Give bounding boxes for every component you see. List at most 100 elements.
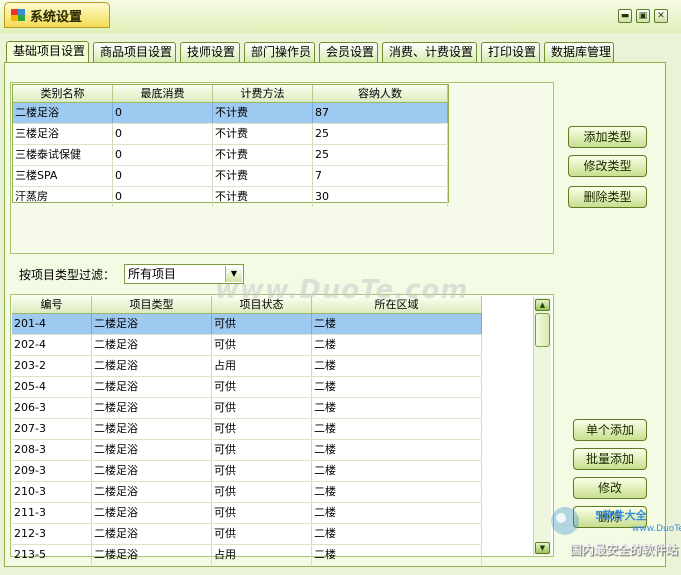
table-cell: 二楼足浴 <box>92 503 212 523</box>
scrollbar-thumb[interactable] <box>535 313 550 347</box>
table-cell: 可供 <box>212 461 312 481</box>
table-cell: 0 <box>113 187 213 207</box>
table-cell: 213-5 <box>12 545 92 565</box>
table-row[interactable]: 202-4 二楼足浴 可供 二楼 <box>12 335 482 356</box>
table-cell: 208-3 <box>12 440 92 460</box>
table-cell: 三楼SPA <box>13 166 113 186</box>
table-cell: 二楼 <box>312 503 482 523</box>
tab-print[interactable]: 打印设置 <box>481 42 540 62</box>
table-row[interactable]: 212-3 二楼足浴 可供 二楼 <box>12 524 482 545</box>
tab-technicians[interactable]: 技师设置 <box>180 42 240 62</box>
filter-value: 所有项目 <box>128 267 177 281</box>
column-header[interactable]: 类别名称 <box>13 85 113 102</box>
table-cell: 203-2 <box>12 356 92 376</box>
filter-label: 按项目类型过滤： <box>19 268 116 282</box>
app-icon <box>11 9 25 21</box>
tab-database[interactable]: 数据库管理 <box>544 42 614 62</box>
tab-basic-items[interactable]: 基础项目设置 <box>6 41 89 63</box>
table-cell: 205-4 <box>12 377 92 397</box>
tab-billing[interactable]: 消费、计费设置 <box>382 42 477 62</box>
table-cell: 二楼 <box>312 524 482 544</box>
table-cell: 212-3 <box>12 524 92 544</box>
watermark-url: www.DuoTe.com <box>632 524 681 534</box>
window-title: 系统设置 <box>30 10 83 25</box>
table-cell: 30 <box>313 187 448 207</box>
watermark-text: www.DuoTe.com <box>215 275 469 305</box>
table-cell: 二楼足浴 <box>92 314 212 334</box>
watermark-logo-icon <box>551 507 579 535</box>
add-type-button[interactable]: 添加类型 <box>568 126 647 148</box>
table-cell: 25 <box>313 124 448 144</box>
table-cell: 可供 <box>212 419 312 439</box>
table-row[interactable]: 205-4 二楼足浴 可供 二楼 <box>12 377 482 398</box>
scroll-down-button[interactable]: ▼ <box>535 542 550 554</box>
tab-members[interactable]: 会员设置 <box>319 42 378 62</box>
table-cell: 二楼足浴 <box>13 103 113 123</box>
table-row[interactable]: 203-2 二楼足浴 占用 二楼 <box>12 356 482 377</box>
table-row[interactable]: 三楼SPA 0 不计费 7 <box>13 166 448 187</box>
table-cell: 二楼足浴 <box>92 356 212 376</box>
column-header[interactable]: 计费方法 <box>213 85 313 102</box>
table-cell: 二楼足浴 <box>92 335 212 355</box>
table-cell: 二楼足浴 <box>92 482 212 502</box>
table-row[interactable]: 三楼泰试保健 0 不计费 25 <box>13 145 448 166</box>
column-header[interactable]: 项目类型 <box>92 296 212 313</box>
table-cell: 7 <box>313 166 448 186</box>
table-row[interactable]: 二楼足浴 0 不计费 87 <box>13 103 448 124</box>
type-table: 类别名称 最底消费 计费方法 容纳人数 二楼足浴 0 不计费 87 三楼足浴 0… <box>12 84 449 207</box>
column-header[interactable]: 编号 <box>12 296 92 313</box>
table-cell: 不计费 <box>213 124 313 144</box>
delete-type-button[interactable]: 删除类型 <box>568 186 647 208</box>
table-cell: 三楼泰试保健 <box>13 145 113 165</box>
item-table: 编号 项目类型 项目状态 所在区域 201-4 二楼足浴 可供 二楼 202-4… <box>12 296 532 565</box>
table-cell: 占用 <box>212 545 312 565</box>
table-cell: 二楼足浴 <box>92 377 212 397</box>
table-cell: 二楼 <box>312 440 482 460</box>
table-cell: 209-3 <box>12 461 92 481</box>
table-cell: 二楼 <box>312 314 482 334</box>
table-cell: 二楼足浴 <box>92 440 212 460</box>
table-row[interactable]: 206-3 二楼足浴 可供 二楼 <box>12 398 482 419</box>
tab-dept-operators[interactable]: 部门操作员 <box>244 42 315 62</box>
batch-add-button[interactable]: 批量添加 <box>573 448 647 470</box>
type-table-header: 类别名称 最底消费 计费方法 容纳人数 <box>13 85 448 103</box>
table-cell: 二楼足浴 <box>92 461 212 481</box>
table-row[interactable]: 207-3 二楼足浴 可供 二楼 <box>12 419 482 440</box>
table-row[interactable]: 汗蒸房 0 不计费 30 <box>13 187 448 207</box>
watermark-brand: 5软件大全 <box>595 509 647 522</box>
table-cell: 二楼足浴 <box>92 545 212 565</box>
restore-button[interactable]: ▣ <box>636 9 650 23</box>
column-header[interactable]: 容纳人数 <box>313 85 448 102</box>
table-cell: 可供 <box>212 482 312 502</box>
close-button[interactable]: ✕ <box>654 9 668 23</box>
table-cell: 二楼 <box>312 419 482 439</box>
table-cell: 可供 <box>212 335 312 355</box>
table-row[interactable]: 210-3 二楼足浴 可供 二楼 <box>12 482 482 503</box>
table-row[interactable]: 211-3 二楼足浴 可供 二楼 <box>12 503 482 524</box>
table-cell: 二楼 <box>312 461 482 481</box>
minimize-button[interactable]: ▬ <box>618 9 632 23</box>
edit-type-button[interactable]: 修改类型 <box>568 155 647 177</box>
table-cell: 二楼 <box>312 545 482 565</box>
table-row[interactable]: 201-4 二楼足浴 可供 二楼 <box>12 314 482 335</box>
table-cell: 可供 <box>212 524 312 544</box>
single-add-button[interactable]: 单个添加 <box>573 419 647 441</box>
edit-item-button[interactable]: 修改 <box>573 477 647 499</box>
table-cell: 三楼足浴 <box>13 124 113 144</box>
table-cell: 二楼足浴 <box>92 524 212 544</box>
table-cell: 可供 <box>212 314 312 334</box>
table-cell: 可供 <box>212 398 312 418</box>
table-cell: 不计费 <box>213 103 313 123</box>
table-cell: 207-3 <box>12 419 92 439</box>
table-cell: 25 <box>313 145 448 165</box>
table-row[interactable]: 213-5 二楼足浴 占用 二楼 <box>12 545 482 565</box>
column-header[interactable]: 最底消费 <box>113 85 213 102</box>
table-cell: 二楼 <box>312 335 482 355</box>
table-row[interactable]: 209-3 二楼足浴 可供 二楼 <box>12 461 482 482</box>
table-row[interactable]: 三楼足浴 0 不计费 25 <box>13 124 448 145</box>
table-row[interactable]: 208-3 二楼足浴 可供 二楼 <box>12 440 482 461</box>
table-cell: 211-3 <box>12 503 92 523</box>
watermark-slogan: 国内最安全的软件站 <box>570 543 679 557</box>
tab-goods-items[interactable]: 商品项目设置 <box>93 42 176 62</box>
scroll-up-button[interactable]: ▲ <box>535 299 550 311</box>
